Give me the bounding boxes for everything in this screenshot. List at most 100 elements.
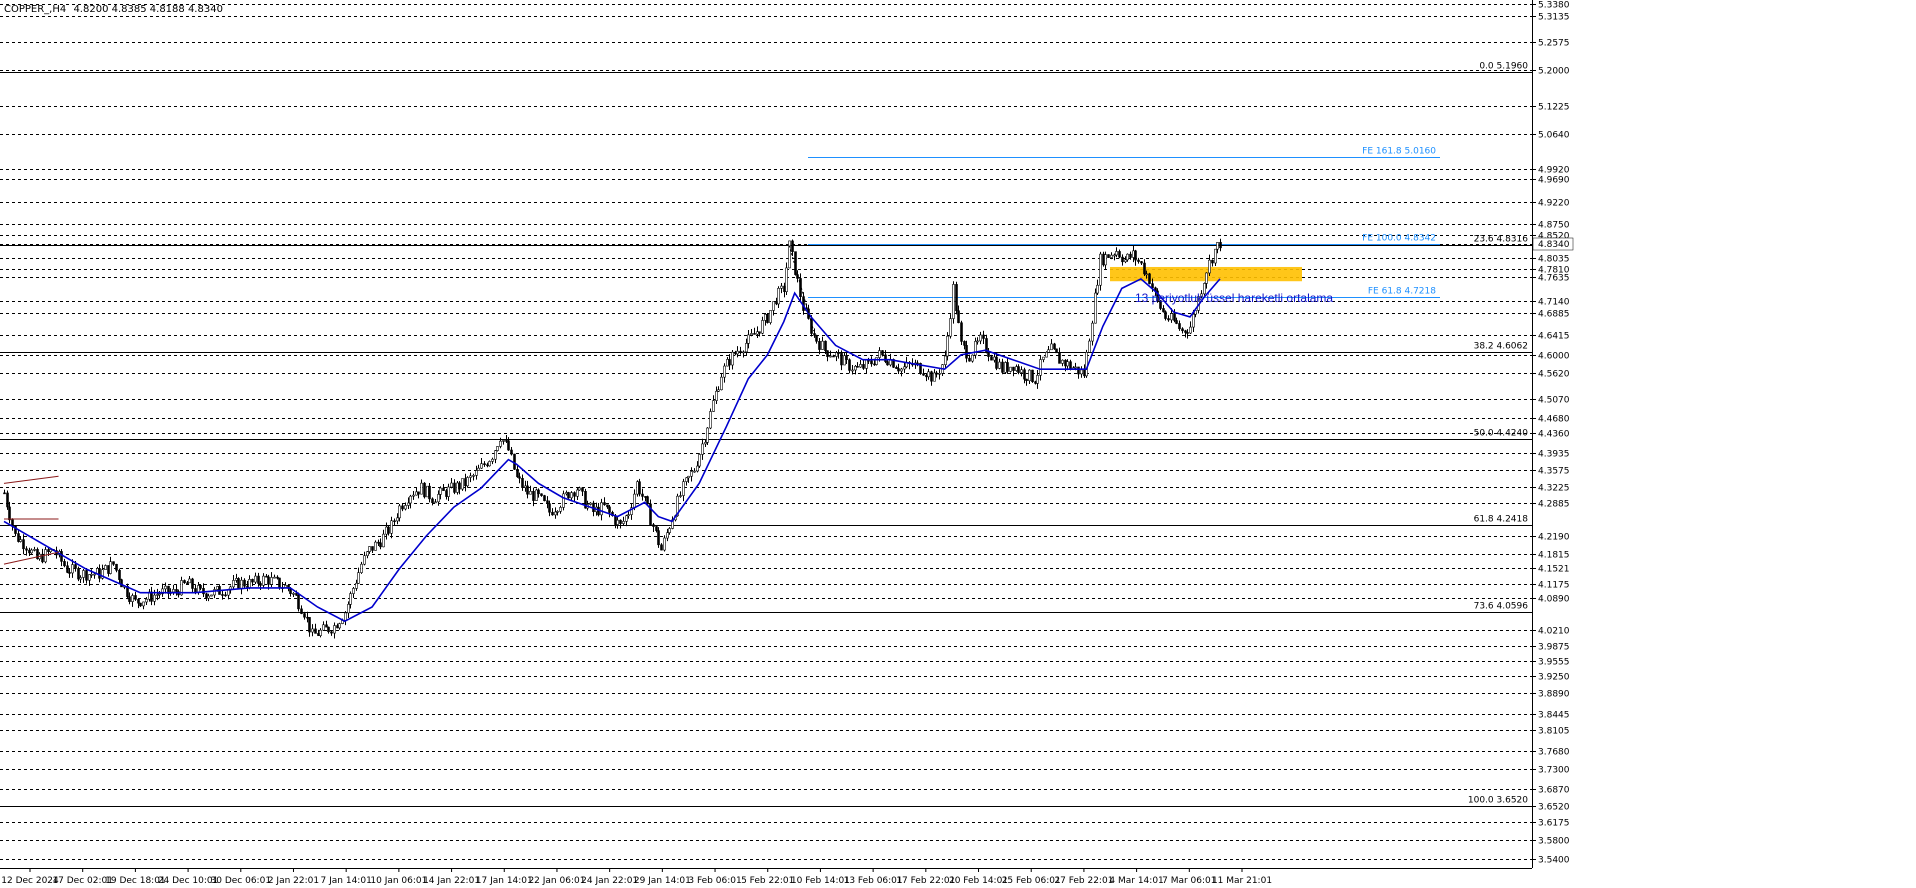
candle-body [758, 331, 761, 334]
candle-body [1178, 323, 1181, 330]
fib-level-label: 100.0 3.6520 [1468, 796, 1528, 806]
candle-body [197, 585, 200, 593]
candle-body [1066, 361, 1069, 367]
price-tick-label: 4.1175 [1538, 581, 1570, 591]
price-tick-label: 4.7140 [1538, 298, 1570, 308]
candle-body [243, 579, 246, 587]
price-tick-label: 4.7635 [1538, 274, 1570, 284]
candle-body [423, 482, 426, 498]
candle-body [1055, 348, 1058, 354]
candle-body [750, 333, 753, 336]
candle-body [622, 521, 625, 524]
candle-body [1088, 340, 1091, 353]
candle-body [995, 356, 998, 369]
candle-body [747, 334, 750, 344]
time-tick-label: 25 Feb 06:01 [1002, 876, 1061, 886]
candle-body [1121, 256, 1124, 263]
candle-body [303, 613, 306, 618]
candle-body [420, 482, 423, 495]
candle-body [832, 355, 835, 358]
candle-body [1211, 259, 1214, 264]
candle-body [1077, 366, 1080, 375]
candle-body [82, 570, 85, 578]
candle-body [900, 368, 903, 372]
candle-body [701, 443, 704, 455]
candle-body [439, 487, 442, 495]
candle-body [401, 505, 404, 510]
candle-body [366, 551, 369, 556]
candle-body [772, 301, 775, 311]
candle-body [1137, 259, 1140, 262]
candle-body [619, 519, 622, 524]
candle-body [240, 579, 243, 590]
candle-body [1058, 352, 1061, 364]
ohlc-values: 4.8200 4.8385 4.8188 4.8340 [73, 4, 223, 15]
candle-body [235, 578, 238, 581]
candle-body [227, 589, 230, 596]
price-tick-label: 5.3135 [1538, 13, 1570, 23]
candle-body [278, 577, 281, 589]
price-chart[interactable]: 0.0 5.1960 23.6 4.8316 38.2 4.6062 50.0 4.4… [0, 0, 1916, 888]
candle-body [352, 588, 355, 594]
candle-body [1118, 251, 1121, 258]
time-tick-label: 20 Feb 14:01 [949, 876, 1008, 886]
candle-body [1045, 352, 1048, 358]
candle-body [1110, 254, 1113, 258]
candle-body [172, 589, 175, 593]
candle-body [935, 372, 938, 375]
fib-level-label: 23.6 4.8316 [1474, 235, 1529, 245]
candle-body [158, 593, 161, 596]
candle-body [186, 582, 189, 585]
candle-body [1053, 343, 1056, 350]
candle-body [1175, 320, 1178, 324]
price-tick-label: 4.8750 [1538, 221, 1570, 231]
candle-body [706, 427, 709, 443]
candle-body [540, 493, 543, 496]
candle-body [333, 625, 336, 634]
candle-body [625, 515, 628, 522]
candle-body [469, 475, 472, 478]
candle-body [1115, 251, 1118, 256]
candle-body [556, 511, 559, 513]
candle-body [216, 586, 219, 590]
candle-body [753, 333, 756, 335]
candle-body [1167, 318, 1170, 321]
candle-body [496, 446, 499, 451]
candle-body [646, 496, 649, 505]
candle-body [851, 369, 854, 372]
candle-body [690, 471, 693, 477]
time-tick-label: 17 Dec 02:01 [52, 876, 113, 886]
time-tick-label: 12 Dec 2024 [1, 876, 59, 886]
price-tick-label: 4.4680 [1538, 415, 1570, 425]
candle-body [875, 357, 878, 365]
candle-body [254, 575, 257, 583]
candle-body [1028, 369, 1031, 381]
price-tick-label: 3.7680 [1538, 748, 1570, 758]
candle-body [1094, 292, 1097, 324]
candle-body [502, 440, 505, 442]
time-tick-label: 4 Mar 14:01 [1109, 876, 1163, 886]
time-tick-label: 19 Dec 18:01 [105, 876, 166, 886]
candle-body [472, 475, 475, 477]
candle-body [131, 595, 134, 602]
candle-body [311, 628, 314, 633]
candle-body [1126, 253, 1129, 261]
price-tick-label: 4.0210 [1538, 627, 1570, 637]
candle-body [270, 577, 273, 585]
candle-body [698, 454, 701, 467]
candle-body [128, 596, 131, 602]
candle-body [66, 565, 69, 573]
candle-body [88, 574, 91, 581]
candle-body [300, 608, 303, 614]
candle-body [1017, 366, 1020, 373]
candle-body [491, 458, 494, 462]
candle-body [475, 470, 478, 476]
candle-body [826, 350, 829, 357]
price-tick-label: 4.8035 [1538, 255, 1570, 265]
candle-body [886, 361, 889, 366]
candle-body [837, 352, 840, 354]
candle-body [355, 582, 358, 589]
candle-body [207, 595, 210, 599]
candle-body [818, 340, 821, 350]
candle-body [156, 594, 159, 596]
